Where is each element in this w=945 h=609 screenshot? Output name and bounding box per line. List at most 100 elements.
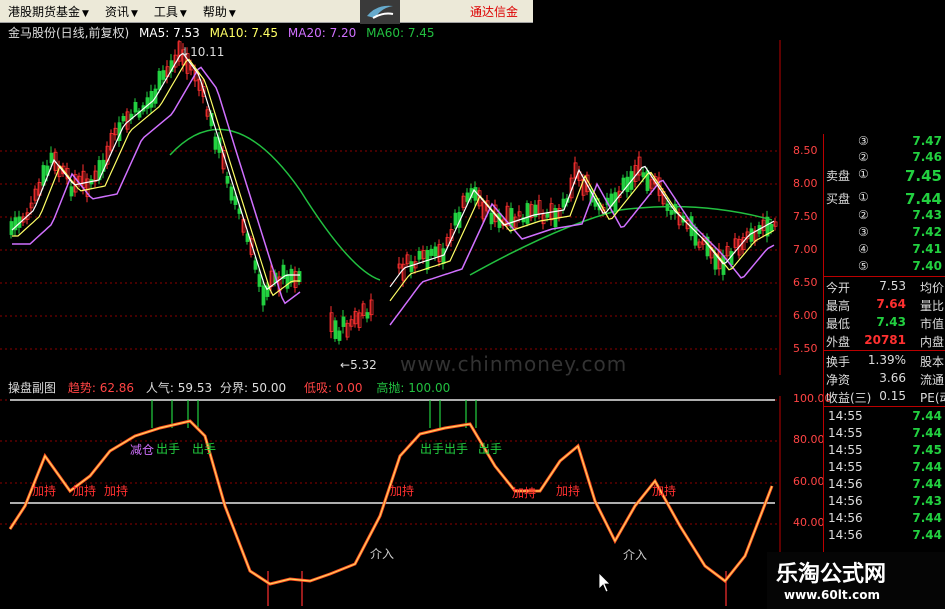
candle-body [465,192,470,202]
high-mark: ↓10.11 [180,45,225,59]
candle-body [133,101,138,113]
tick-row: 14:55 7.44 [828,426,942,440]
candle-body [769,223,774,232]
hold-label: 加持 [652,484,677,498]
candle-body [69,186,74,197]
menu-bar: 港股期货基金 ▼ 资讯 ▼ 工具 ▼ 帮助 ▼ [0,0,533,23]
candle-body [261,285,266,306]
tick-row: 14:56 7.43 [828,494,942,508]
ma60-value: MA60: 7.45 [366,26,435,40]
candle-body [157,70,162,90]
sell-label: 出手 [444,442,469,456]
sell-label: 出手 [420,442,445,456]
signal-bracket [151,400,173,428]
candle-body [9,221,14,235]
menu-news[interactable]: 资讯 ▼ [97,3,146,20]
candle-body [417,250,422,260]
candle-body [409,261,414,272]
candle-body [341,316,346,327]
sell-row: 卖盘 ① 7.45 [826,167,942,185]
candle-body [669,209,674,215]
price-tick: 5.50 [793,342,818,355]
stock-name: 金马股份(日线,前复权) [8,26,130,40]
candle-body [289,268,294,283]
buy-row: ⑤ 7.40 [858,259,942,273]
candle-body [641,172,646,178]
candle-body [225,175,230,184]
candle-body [229,186,234,201]
candle-body [429,248,434,256]
enter-label: 介入 [623,548,648,562]
buy-row: ② 7.43 [858,208,942,222]
stat-row: 收益(三)0.15PE(动 [826,389,945,405]
chart-header: 金马股份(日线,前复权) MA5: 7.53 MA10: 7.45 MA20: … [8,24,435,40]
candle-body [749,228,754,242]
signal-bracket [429,400,441,428]
candle-body [213,136,218,150]
menu-tools[interactable]: 工具 ▼ [146,3,195,20]
candle-body [253,260,258,270]
menu-hk-futures[interactable]: 港股期货基金 ▼ [0,3,97,20]
candle-body [337,330,342,341]
stat-row: 今开 7.53 均价 [826,279,945,295]
candle-body [561,198,566,208]
candle-body [433,246,438,257]
buy-row: 买盘 ① 7.44 [826,190,942,208]
oscillator-chart[interactable] [0,396,823,609]
sell-row: ② 7.46 [858,150,942,164]
candle-body [365,312,370,319]
tick-row: 14:56 7.44 [828,477,942,491]
hold-label: 加持 [556,484,581,498]
high-throw-value: 高抛: 100.00 [376,381,451,395]
popularity-value: 人气: 59.53 [145,381,213,395]
ma5-value: MA5: 7.53 [139,26,200,40]
price-tick: 6.00 [793,309,818,322]
hold-label: 加持 [512,486,537,500]
price-tick: 8.00 [793,177,818,190]
candle-body [489,212,494,225]
chevron-down-icon: ▼ [179,8,187,19]
chevron-down-icon: ▼ [82,8,89,19]
stock-chart-window: { "menu": { "items": [ {"label": "港股期货基金… [0,0,945,609]
candle-body [121,115,126,122]
price-tick: 7.00 [793,243,818,256]
osc-tick: 60.00 [793,475,825,488]
candle-body [49,152,54,164]
watermark-text: www.chinmoney.com [400,352,628,376]
buy-row: ④ 7.41 [858,242,942,256]
low-buy-value: 低吸: 0.00 [303,381,363,395]
candle-body [257,274,262,287]
chevron-down-icon: ▼ [228,8,236,19]
tick-row: 14:55 7.44 [828,409,942,423]
candle-body [161,70,166,80]
ma20-value: MA20: 7.20 [287,26,357,40]
candle-body [333,320,338,339]
sell-row: ③ 7.47 [858,134,942,148]
sell-label: 出手 [156,442,181,456]
candle-body [297,271,302,283]
hold-label: 加持 [390,484,415,498]
stat-row: 外盘 20781 内盘 [826,333,945,349]
candle-body [453,212,458,226]
candle-body [285,274,290,289]
tick-row: 14:55 7.45 [828,443,942,457]
tick-row: 14:56 7.44 [828,511,942,525]
tick-row: 14:55 7.44 [828,460,942,474]
sub-chart-name: 操盘副图 [8,381,57,395]
candle-body [149,91,154,108]
hold-label: 加持 [72,484,97,498]
boundary-value: 分界: 50.00 [219,381,287,395]
site-watermark-title: 乐淘公式网 [776,561,887,587]
stat-row: 换手 1.39% 股本 [826,353,945,369]
stat-row: 最低 7.43 市值 [826,315,945,331]
menu-help[interactable]: 帮助 ▼ [195,3,244,20]
tick-row: 14:56 7.44 [828,528,942,542]
osc-tick: 40.00 [793,516,825,529]
app-logo-icon [360,0,400,24]
candle-body [621,177,626,191]
price-chart[interactable] [0,40,823,375]
hold-label: 加持 [104,484,129,498]
sub-chart-header: 操盘副图 趋势: 62.86 人气: 59.53 分界: 50.00 低吸: 0… [8,379,450,396]
sell-label: 出手 [478,442,503,456]
stat-row: 净资 3.66 流通 [826,371,945,387]
